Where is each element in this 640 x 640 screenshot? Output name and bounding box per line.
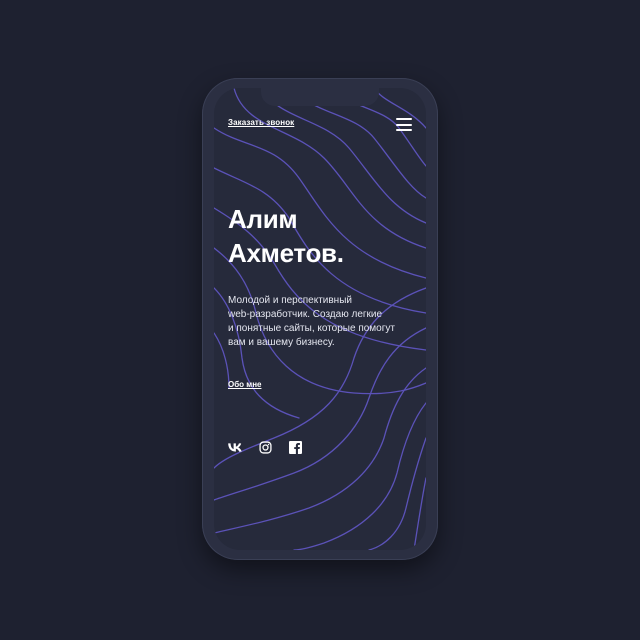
canvas-background: Заказать звонок Алим Ахметов. Молодой и …: [0, 0, 640, 640]
about-me-link[interactable]: Обо мне: [228, 380, 261, 389]
menu-line: [396, 129, 412, 131]
menu-line: [396, 123, 412, 126]
callback-link[interactable]: Заказать звонок: [228, 118, 294, 127]
hero-name-line2: Ахметов.: [228, 238, 344, 268]
social-links: [228, 440, 302, 454]
instagram-icon[interactable]: [258, 440, 272, 454]
hero-description-line: Молодой и перспективный: [228, 295, 352, 306]
hamburger-menu-button[interactable]: [396, 118, 412, 131]
hero-description-line: вам и вашему бизнесу.: [228, 337, 335, 348]
hero-name: Алим Ахметов.: [228, 202, 344, 270]
hero-description-line: web-разработчик. Создаю легкие: [228, 309, 383, 320]
hero-description-line: и понятные сайты, которые помогут: [228, 323, 395, 334]
hero-name-line1: Алим: [228, 204, 298, 234]
hero-content: Заказать звонок Алим Ахметов. Молодой и …: [214, 88, 426, 550]
phone-screen: Заказать звонок Алим Ахметов. Молодой и …: [214, 88, 426, 550]
menu-line: [396, 118, 412, 120]
hero-description: Молодой и перспективный web-разработчик.…: [228, 294, 418, 350]
phone-notch: [261, 88, 379, 106]
facebook-icon[interactable]: [288, 440, 302, 454]
phone-mockup: Заказать звонок Алим Ахметов. Молодой и …: [202, 78, 438, 560]
vk-icon[interactable]: [228, 440, 242, 454]
